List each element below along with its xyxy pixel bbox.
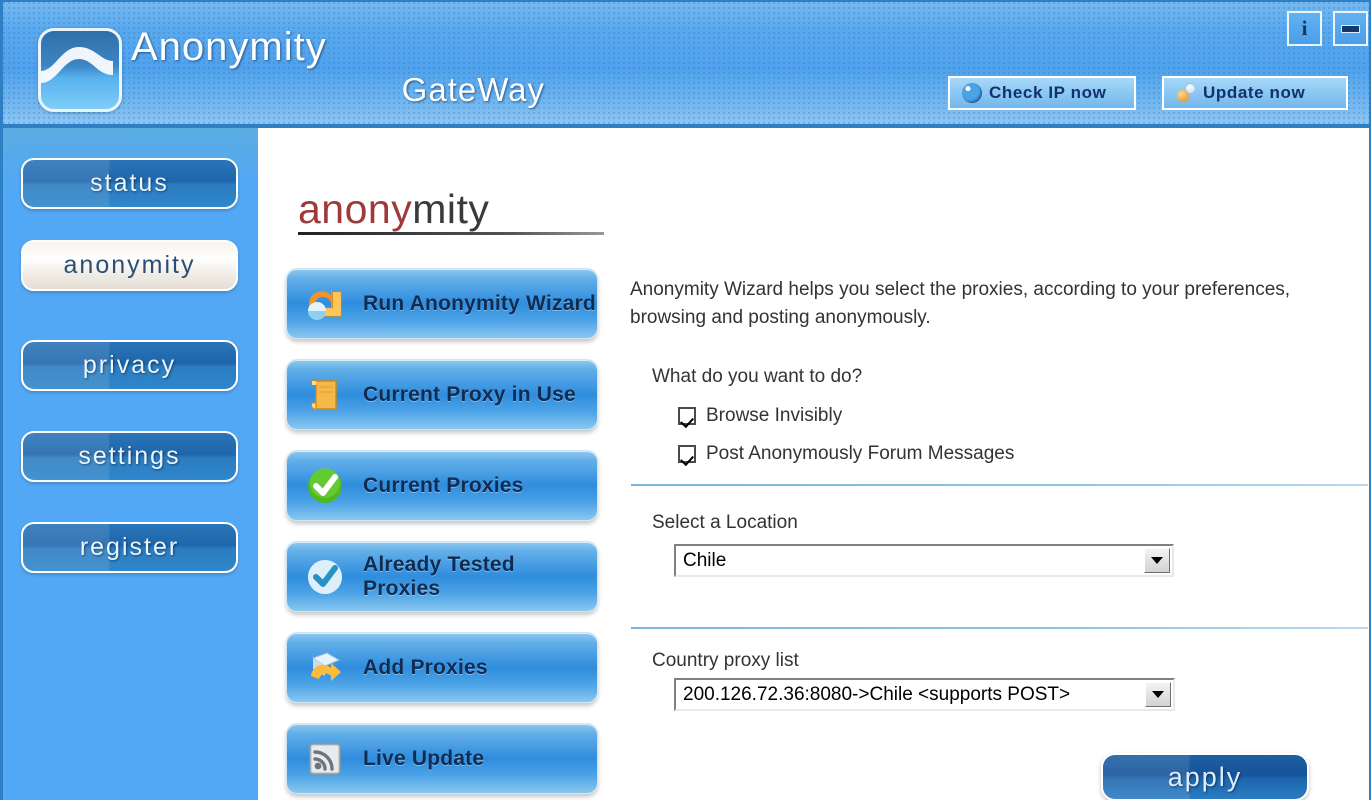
action-button-label: Current Proxy in Use bbox=[363, 382, 576, 406]
action-button-label: Run Anonymity Wizard bbox=[363, 291, 596, 315]
sidebar-item-status[interactable]: status bbox=[21, 158, 238, 209]
location-select[interactable]: Chile bbox=[674, 544, 1174, 577]
add-proxies-button[interactable]: Add Proxies bbox=[286, 632, 598, 703]
checkbox-label: Post Anonymously Forum Messages bbox=[706, 443, 1015, 464]
page-title-rule bbox=[298, 232, 604, 235]
page-title-dark: mity bbox=[412, 186, 490, 232]
sidebar-item-label: status bbox=[90, 169, 169, 197]
sidebar-item-privacy[interactable]: privacy bbox=[21, 340, 238, 391]
action-button-label: Live Update bbox=[363, 746, 485, 770]
sidebar-item-anonymity[interactable]: anonymity bbox=[21, 240, 238, 291]
action-button-label: Current Proxies bbox=[363, 473, 524, 497]
action-button-label: Already Tested Proxies bbox=[363, 552, 515, 600]
update-icon bbox=[1176, 83, 1196, 103]
update-now-button[interactable]: Update now bbox=[1162, 76, 1348, 110]
live-update-button[interactable]: Live Update bbox=[286, 723, 598, 794]
minimize-icon bbox=[1341, 24, 1360, 33]
apply-button[interactable]: apply bbox=[1101, 753, 1309, 800]
application-window: Anonymity GateWay i Check IP now Update … bbox=[0, 0, 1371, 800]
green-check-icon bbox=[303, 464, 347, 508]
sidebar-item-register[interactable]: register bbox=[21, 522, 238, 573]
app-logo bbox=[38, 28, 122, 112]
minimize-button[interactable] bbox=[1333, 11, 1368, 46]
page-title-red: anony bbox=[298, 186, 413, 232]
sidebar: status anonymity privacy settings regist… bbox=[3, 128, 258, 800]
apply-button-label: apply bbox=[1167, 761, 1243, 792]
already-tested-proxies-button[interactable]: Already Tested Proxies bbox=[286, 541, 598, 612]
location-select-value: Chile bbox=[683, 549, 727, 571]
checkbox-icon[interactable] bbox=[678, 445, 696, 463]
country-proxy-list-label: Country proxy list bbox=[652, 650, 799, 671]
globe-icon bbox=[962, 83, 982, 103]
add-folder-icon bbox=[303, 646, 347, 690]
sidebar-item-label: privacy bbox=[82, 351, 177, 379]
sidebar-item-label: settings bbox=[78, 442, 181, 470]
sidebar-item-label: register bbox=[79, 533, 180, 561]
section-divider bbox=[631, 484, 1368, 486]
page-title: anonymity bbox=[298, 186, 489, 233]
content-area: anonymity Run Anonymity Wizard Current P… bbox=[258, 128, 1369, 800]
rss-feed-icon bbox=[303, 737, 347, 781]
document-icon bbox=[303, 373, 347, 417]
check-ip-now-button[interactable]: Check IP now bbox=[948, 76, 1136, 110]
select-location-label: Select a Location bbox=[652, 512, 798, 533]
info-icon: i bbox=[1301, 16, 1308, 40]
checkbox-post-anonymously[interactable]: Post Anonymously Forum Messages bbox=[678, 443, 1014, 465]
sidebar-item-label: anonymity bbox=[63, 251, 196, 279]
blue-check-icon bbox=[303, 555, 347, 599]
app-header: Anonymity GateWay i Check IP now Update … bbox=[3, 2, 1369, 128]
current-proxy-in-use-button[interactable]: Current Proxy in Use bbox=[286, 359, 598, 430]
country-proxy-list-select[interactable]: 200.126.72.36:8080->Chile <supports POST… bbox=[674, 678, 1175, 711]
check-ip-now-label: Check IP now bbox=[989, 83, 1107, 102]
wizard-description: Anonymity Wizard helps you select the pr… bbox=[630, 279, 1291, 328]
brand-line-1: Anonymity bbox=[131, 25, 327, 69]
brand-line-2: GateWay bbox=[401, 71, 545, 108]
chevron-down-icon[interactable] bbox=[1145, 682, 1171, 707]
logo-wave-icon bbox=[41, 47, 113, 83]
update-now-label: Update now bbox=[1203, 83, 1306, 102]
info-button[interactable]: i bbox=[1287, 11, 1322, 46]
current-proxies-button[interactable]: Current Proxies bbox=[286, 450, 598, 521]
checkbox-icon[interactable] bbox=[678, 407, 696, 425]
chevron-down-icon[interactable] bbox=[1144, 548, 1170, 573]
checkbox-label: Browse Invisibly bbox=[706, 405, 843, 426]
run-anonymity-wizard-button[interactable]: Run Anonymity Wizard bbox=[286, 268, 598, 339]
country-proxy-list-value: 200.126.72.36:8080->Chile <supports POST… bbox=[683, 683, 1071, 705]
sidebar-item-settings[interactable]: settings bbox=[21, 431, 238, 482]
action-button-label: Add Proxies bbox=[363, 655, 488, 679]
brand-title: Anonymity GateWay bbox=[131, 24, 551, 119]
checkbox-browse-invisibly[interactable]: Browse Invisibly bbox=[678, 405, 842, 427]
question-label: What do you want to do? bbox=[652, 366, 863, 387]
wizard-arrow-icon bbox=[303, 282, 347, 326]
section-divider bbox=[631, 627, 1368, 629]
